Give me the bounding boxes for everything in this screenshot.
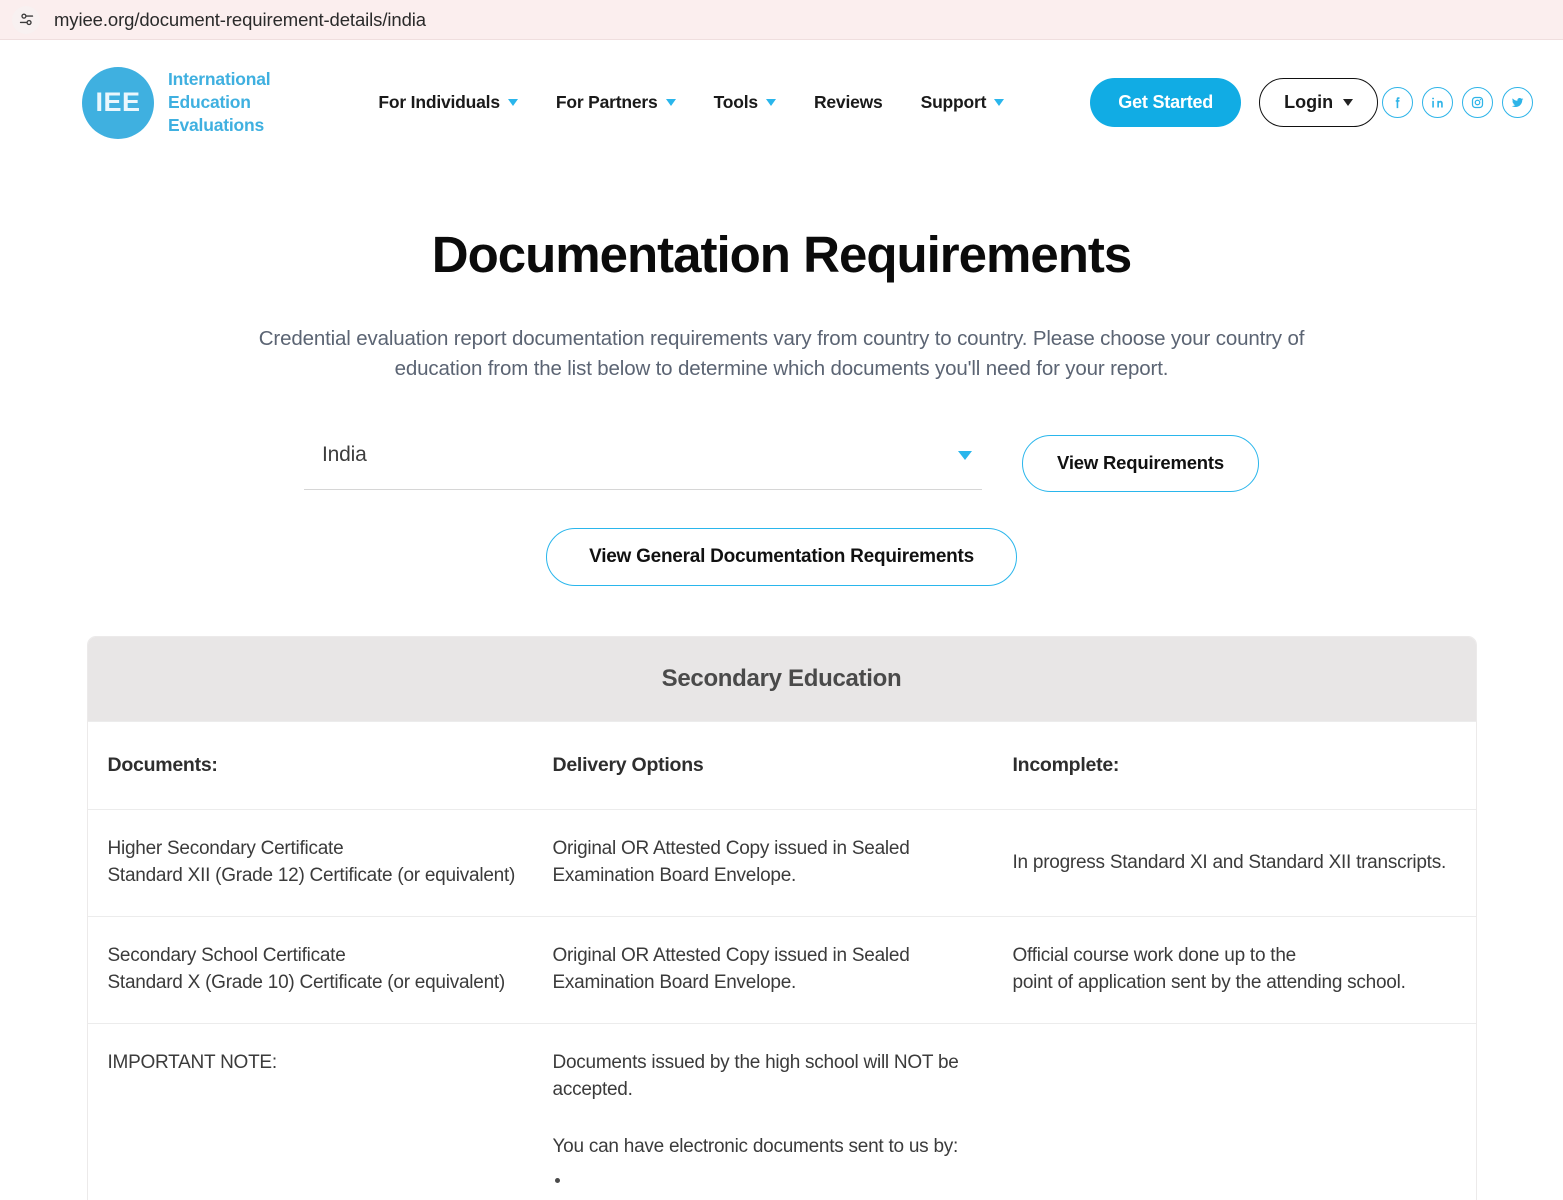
header-actions: Get Started Login xyxy=(1090,78,1379,127)
cell-important-note-body: Documents issued by the high school will… xyxy=(553,1024,1013,1200)
country-select-value: India xyxy=(322,442,367,466)
cell-line: Examination Board Envelope. xyxy=(552,865,797,887)
url-text[interactable]: myiee.org/document-requirement-details/i… xyxy=(54,9,426,31)
table-row: Secondary School Certificate Standard X … xyxy=(87,916,1476,1023)
login-label: Login xyxy=(1284,92,1334,112)
nav-label: For Individuals xyxy=(378,92,500,112)
social-links xyxy=(1382,87,1533,118)
requirements-table: Secondary Education Documents: Delivery … xyxy=(86,635,1477,1200)
table-row-important-note: IMPORTANT NOTE: Documents issued by the … xyxy=(87,1023,1476,1200)
cell-line: Examination Board Envelope. xyxy=(552,972,797,994)
logo-wordmark: International Education Evaluations xyxy=(168,68,271,137)
general-requirements-row: View General Documentation Requirements xyxy=(0,527,1563,586)
view-general-documentation-requirements-button[interactable]: View General Documentation Requirements xyxy=(546,527,1017,586)
page-intro-text: Credential evaluation report documentati… xyxy=(258,327,1305,381)
chevron-down-icon xyxy=(958,450,973,460)
logo-mark-iee: IEE xyxy=(82,66,154,139)
chevron-down-icon xyxy=(765,99,776,106)
page-title: Documentation Requirements xyxy=(431,226,1132,283)
twitter-icon[interactable] xyxy=(1502,87,1533,118)
logo-word-line-2: Education xyxy=(168,91,251,112)
browser-url-bar: myiee.org/document-requirement-details/i… xyxy=(0,0,1563,40)
chevron-down-icon xyxy=(994,99,1005,106)
nav-item-support[interactable]: Support xyxy=(921,92,1005,113)
nav-label: For Partners xyxy=(555,92,658,112)
table-row: Higher Secondary Certificate Standard XI… xyxy=(87,809,1476,916)
cell-incomplete: Official course work done up to the poin… xyxy=(1013,917,1476,1023)
cell-line: Official course work done up to the xyxy=(1012,945,1297,967)
nav-item-reviews[interactable]: Reviews xyxy=(814,92,883,113)
logo-word-line-1: International xyxy=(168,68,271,89)
cell-incomplete-empty xyxy=(1013,1024,1476,1200)
login-button[interactable]: Login xyxy=(1259,78,1379,127)
electronic-delivery-list: TrueCopy xyxy=(553,1165,993,1200)
get-started-button[interactable]: Get Started xyxy=(1090,78,1242,127)
cell-line: Original OR Attested Copy issued in Seal… xyxy=(552,838,910,860)
nav-label: Support xyxy=(920,92,987,112)
cell-line: Higher Secondary Certificate xyxy=(107,838,344,860)
main-navigation: For Individuals For Partners Tools Revie… xyxy=(378,92,1005,113)
cell-line: Standard XII (Grade 12) Certificate (or … xyxy=(107,865,516,887)
site-settings-icon[interactable] xyxy=(12,5,40,34)
cell-delivery-options: Original OR Attested Copy issued in Seal… xyxy=(553,917,1013,1023)
logo-word-line-3: Evaluations xyxy=(168,115,265,136)
note-line: Documents issued by the high school will… xyxy=(552,1052,959,1074)
cell-documents: Secondary School Certificate Standard X … xyxy=(88,917,553,1023)
cell-delivery-options: Original OR Attested Copy issued in Seal… xyxy=(553,810,1013,916)
country-selector-row: India View Requirements xyxy=(0,434,1563,492)
cell-line: Secondary School Certificate xyxy=(107,945,346,967)
cell-line: Original OR Attested Copy issued in Seal… xyxy=(552,945,910,967)
site-header: IEE International Education Evaluations … xyxy=(0,40,1563,165)
nav-item-for-individuals[interactable]: For Individuals xyxy=(378,92,518,113)
site-logo[interactable]: IEE International Education Evaluations xyxy=(82,66,271,139)
table-section-title: Secondary Education xyxy=(87,636,1476,721)
nav-item-tools[interactable]: Tools xyxy=(714,92,776,113)
facebook-icon[interactable] xyxy=(1382,87,1413,118)
note-line: accepted. xyxy=(552,1079,633,1101)
cell-important-note-label: IMPORTANT NOTE: xyxy=(107,1052,278,1074)
column-header-incomplete: Incomplete: xyxy=(1012,753,1120,776)
chevron-down-icon xyxy=(1343,99,1354,106)
cell-line: Standard X (Grade 10) Certificate (or eq… xyxy=(107,972,506,994)
nav-item-for-partners[interactable]: For Partners xyxy=(556,92,676,113)
chevron-down-icon xyxy=(507,99,518,106)
nav-label: Tools xyxy=(713,92,759,112)
view-requirements-button[interactable]: View Requirements xyxy=(1022,434,1259,492)
page-content: Documentation Requirements Credential ev… xyxy=(0,165,1563,1200)
linkedin-icon[interactable] xyxy=(1422,87,1453,118)
list-item xyxy=(553,1195,993,1200)
note-line: You can have electronic documents sent t… xyxy=(552,1136,959,1158)
cell-line: In progress Standard XI and Standard XII… xyxy=(1012,851,1447,873)
cell-documents: Higher Secondary Certificate Standard XI… xyxy=(88,810,553,916)
country-select[interactable]: India xyxy=(304,437,983,490)
instagram-icon[interactable] xyxy=(1462,87,1493,118)
column-header-documents: Documents: xyxy=(107,753,218,776)
chevron-down-icon xyxy=(665,99,676,106)
cell-incomplete: In progress Standard XI and Standard XII… xyxy=(1013,810,1476,916)
cell-line: point of application sent by the attendi… xyxy=(1012,972,1406,994)
column-header-delivery-options: Delivery Options xyxy=(552,753,704,776)
table-header-row: Documents: Delivery Options Incomplete: xyxy=(87,720,1476,810)
list-item xyxy=(553,1165,993,1195)
nav-label: Reviews xyxy=(813,92,883,112)
